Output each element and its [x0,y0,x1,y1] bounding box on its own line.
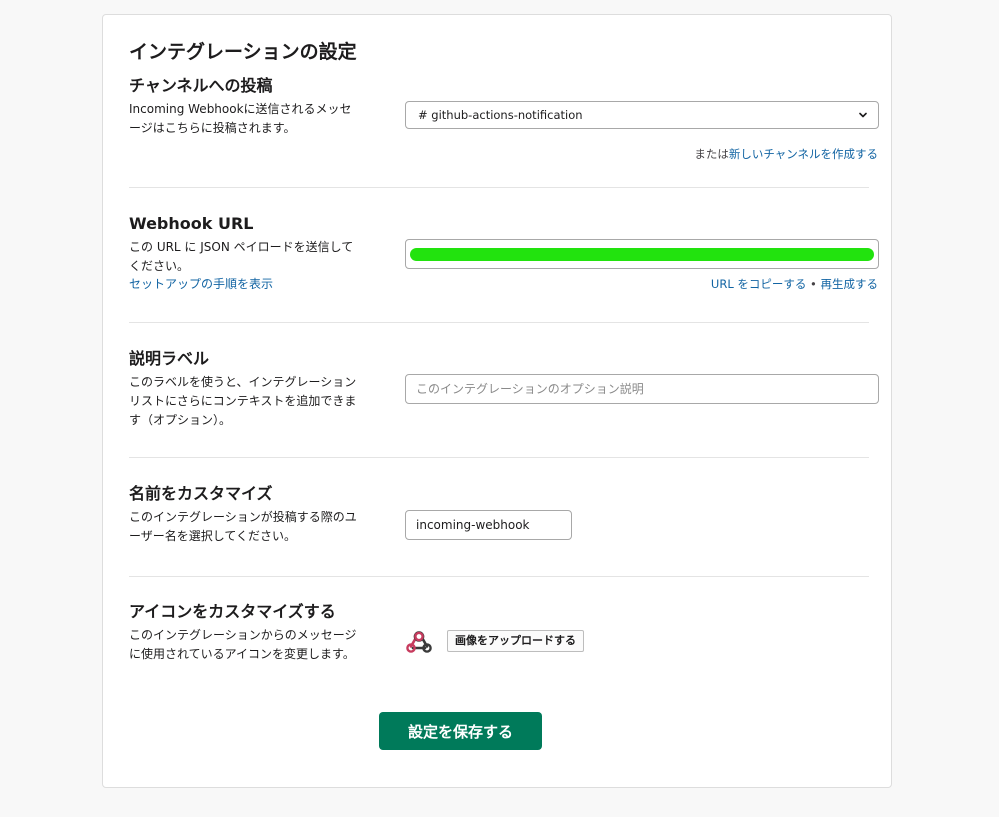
regenerate-url-link[interactable]: 再生成する [821,277,879,291]
channel-section-title: チャンネルへの投稿 [129,76,273,95]
webhook-url-redaction [410,248,874,261]
save-settings-button[interactable]: 設定を保存する [379,712,542,750]
channel-select-value: # github-actions-notification [418,108,583,122]
channel-section: チャンネルへの投稿 Incoming Webhookに送信されるメッセージはこち… [129,75,879,185]
webhook-icon [406,631,432,653]
page-title: インテグレーションの設定 [129,41,357,63]
custom-name-input[interactable] [405,510,572,540]
webhook-section: Webhook URL この URL に JSON ペイロードを送信してください… [129,213,879,323]
create-channel-helper: または新しいチャンネルを作成する [694,146,878,162]
icon-section-description: このインテグレーションからのメッセージに使用されているアイコンを変更します。 [129,628,357,661]
copy-url-link[interactable]: URL をコピーする [711,277,806,291]
create-channel-link[interactable]: 新しいチャンネルを作成する [729,147,878,161]
setup-instructions-link[interactable]: セットアップの手順を表示 [129,275,273,292]
webhook-section-title: Webhook URL [129,214,254,233]
label-section-description: このラベルを使うと、インテグレーションリストにさらにコンテキストを追加できます（… [129,375,357,427]
section-divider [129,187,869,188]
label-section: 説明ラベル このラベルを使うと、インテグレーションリストにさらにコンテキストを追… [129,348,879,448]
webhook-section-description: この URL に JSON ペイロードを送信してください。 [129,240,354,273]
channel-select[interactable]: # github-actions-notification [405,101,879,129]
description-label-input[interactable] [405,374,879,404]
integration-settings-card: インテグレーションの設定 チャンネルへの投稿 Incoming Webhookに… [102,14,892,788]
section-divider [129,576,869,577]
chevron-down-icon [859,112,867,118]
section-divider [129,322,869,323]
webhook-url-actions: URL をコピーする • 再生成する [711,276,878,292]
name-section-title: 名前をカスタマイズ [129,484,273,503]
section-divider [129,457,869,458]
label-section-title: 説明ラベル [129,349,210,368]
name-section: 名前をカスタマイズ このインテグレーションが投稿する際のユーザー名を選択してくだ… [129,483,869,573]
webhook-url-field[interactable] [405,239,879,269]
upload-image-button[interactable]: 画像をアップロードする [447,630,584,652]
create-channel-prefix: または [694,147,729,161]
icon-section: アイコンをカスタマイズする このインテグレーションからのメッセージに使用されてい… [129,601,869,701]
icon-section-title: アイコンをカスタマイズする [129,602,336,621]
channel-section-description: Incoming Webhookに送信されるメッセージはこちらに投稿されます。 [129,102,352,135]
name-section-description: このインテグレーションが投稿する際のユーザー名を選択してください。 [129,510,357,543]
actions-separator: • [810,277,817,291]
